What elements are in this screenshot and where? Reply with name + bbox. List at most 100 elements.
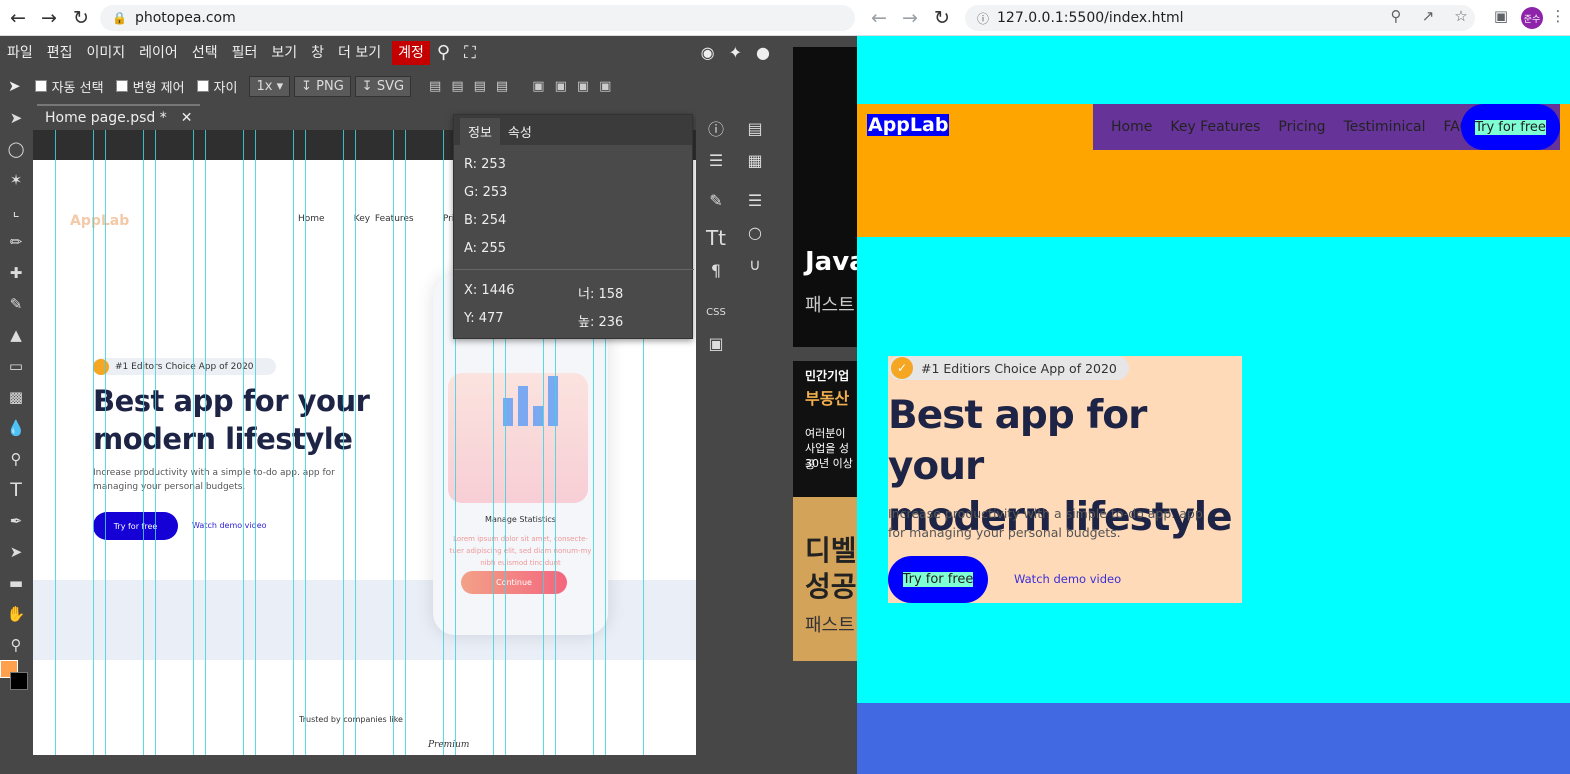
canvas-headline: Best app for your modern lifestyle (93, 384, 370, 456)
reload-icon[interactable]: ↻ (69, 6, 93, 30)
document-title: Home page.psd * (45, 110, 167, 126)
canvas-nav: Home Key Features Pricing (298, 214, 473, 224)
nav-key-features[interactable]: Key Features (1170, 119, 1260, 135)
try-free-nav-button[interactable]: Try for free (1461, 104, 1560, 150)
history-icon[interactable]: ▤ (740, 114, 770, 142)
search-icon[interactable]: ⚲ (430, 36, 457, 70)
eyedropper-icon[interactable]: ✏ (0, 226, 32, 257)
info-x: X: 1446 (464, 283, 515, 298)
forward-icon[interactable]: → (37, 6, 61, 30)
account-button[interactable]: 계정 (392, 41, 430, 65)
export-svg-button[interactable]: ↧ SVG (354, 75, 412, 97)
menu-more[interactable]: 더 보기 (331, 36, 388, 70)
adjustments-icon[interactable]: ☰ (701, 146, 731, 174)
document-tab[interactable]: Home page.psd * ✕ (37, 104, 201, 130)
reddit-icon[interactable]: ◉ (694, 36, 722, 70)
fullscreen-icon[interactable]: ⛶ (457, 36, 483, 70)
zoom-icon[interactable]: ⚲ (1385, 7, 1407, 25)
menu-image[interactable]: 이미지 (80, 36, 133, 70)
channels-icon[interactable]: ○ (740, 218, 770, 246)
menu-filter[interactable]: 필터 (225, 36, 265, 70)
export-png-button[interactable]: ↧ PNG (294, 75, 351, 97)
canvas-subtext: Increase productivity with a simple to-d… (93, 468, 335, 492)
share-icon[interactable]: ↗ (1417, 7, 1439, 25)
try-free-button[interactable]: Try for free (888, 556, 988, 603)
browser-toolbar: ← → ↻ 🔒 photopea.com (0, 0, 857, 36)
paragraph-icon[interactable]: ¶ (701, 256, 731, 284)
pen-icon[interactable]: ✒ (0, 505, 32, 536)
menu-file[interactable]: 파일 (0, 36, 40, 70)
ad-java[interactable]: Java 패스트 (793, 47, 857, 347)
tab-properties[interactable]: 속성 (500, 118, 540, 145)
site-logo[interactable]: AppLab (867, 114, 950, 136)
crop-icon[interactable]: ⌞ (0, 195, 32, 226)
tools-panel: ➤ ◯ ✶ ⌞ ✏ ✚ ✎ ▲ ▭ ▩ 💧 ⚲ T ✒ ➤ ▬ ✋ ⚲ (0, 102, 32, 774)
dodge-icon[interactable]: ⚲ (0, 443, 32, 474)
nav-pricing[interactable]: Pricing (1278, 119, 1325, 135)
type-tool-icon[interactable]: T (0, 474, 32, 505)
magic-wand-icon[interactable]: ✶ (0, 164, 32, 195)
reload-icon[interactable]: ↻ (930, 6, 954, 30)
canvas-trusted: Trusted by companies like (299, 715, 403, 724)
menu-select[interactable]: 선택 (185, 36, 225, 70)
blur-icon[interactable]: 💧 (0, 412, 32, 443)
path-select-icon[interactable]: ➤ (0, 536, 32, 567)
continue-button: Continue (461, 571, 567, 594)
move-tool-icon[interactable]: ➤ (8, 77, 21, 95)
brush-icon[interactable]: ✎ (0, 288, 32, 319)
info-g: G: 253 (464, 185, 508, 200)
info-width: 너: 158 (578, 287, 624, 302)
zoom-select[interactable]: 1x ▾ (249, 75, 291, 97)
menu-icon[interactable]: ⋮ (1547, 7, 1569, 25)
manage-statistics: Manage Statistics (485, 515, 556, 524)
menu-view[interactable]: 보기 (264, 36, 304, 70)
css-icon[interactable]: CSS (701, 298, 731, 326)
eraser-icon[interactable]: ▭ (0, 350, 32, 381)
site-header: AppLab Home Key Features Pricing Testimi… (857, 104, 1570, 237)
paths-icon[interactable]: ∪ (740, 250, 770, 278)
select-tool-icon[interactable]: ➤ (0, 102, 32, 133)
brush-panel-icon[interactable]: ✎ (701, 186, 731, 214)
nav-home[interactable]: Home (1111, 119, 1152, 135)
layers-icon[interactable]: ☰ (740, 186, 770, 214)
info-a: A: 255 (464, 241, 506, 256)
forward-icon[interactable]: → (898, 6, 922, 30)
menu-edit[interactable]: 편집 (40, 36, 80, 70)
back-icon[interactable]: ← (6, 6, 30, 30)
hero-section: ✓ #1 Editiors Choice App of 2020 Best ap… (888, 356, 1242, 603)
tab-info[interactable]: 정보 (460, 118, 500, 145)
distance-checkbox[interactable]: 자이 (196, 77, 237, 96)
ad-realestate[interactable]: 민간기업 부동산 여러분이 사업을 성공 30년 이상 디벨 성공 패스트 (793, 361, 857, 661)
zoom-tool-icon[interactable]: ⚲ (0, 629, 32, 660)
info-r: R: 253 (464, 157, 506, 172)
rectangle-icon[interactable]: ▬ (0, 567, 32, 598)
color-swatches[interactable] (0, 660, 32, 700)
info-icon[interactable]: ⓘ (701, 114, 731, 142)
profile-avatar[interactable]: 준수 (1521, 7, 1543, 29)
info-y: Y: 477 (464, 311, 504, 326)
image-icon[interactable]: ▣ (701, 329, 731, 357)
address-bar[interactable]: 🔒 photopea.com (100, 5, 855, 31)
auto-select-checkbox[interactable]: 자동 선택 (34, 77, 104, 96)
gradient-icon[interactable]: ▩ (0, 381, 32, 412)
hand-icon[interactable]: ✋ (0, 598, 32, 629)
menu-window[interactable]: 창 (304, 36, 331, 70)
info-height: 높: 236 (578, 315, 624, 330)
stamp-icon[interactable]: ▲ (0, 319, 32, 350)
sidebar-icon[interactable]: ▣ (1490, 7, 1512, 25)
transform-checkbox[interactable]: 변형 제어 (115, 77, 185, 96)
align-icons[interactable]: ▤▤▤▤ ▣▣▣▣ (429, 79, 621, 94)
back-icon[interactable]: ← (867, 6, 891, 30)
lasso-icon[interactable]: ◯ (0, 133, 32, 164)
watch-demo-link[interactable]: Watch demo video (1014, 572, 1121, 586)
star-icon[interactable]: ☆ (1450, 7, 1472, 25)
twitter-icon[interactable]: ✦ (722, 36, 749, 70)
character-icon[interactable]: Tt (701, 224, 731, 252)
nav-testimonial[interactable]: Testiminical (1344, 119, 1426, 135)
healing-icon[interactable]: ✚ (0, 257, 32, 288)
canvas-logo: AppLab (70, 213, 130, 229)
close-icon[interactable]: ✕ (181, 110, 193, 126)
menu-layer[interactable]: 레이어 (132, 36, 185, 70)
facebook-icon[interactable]: ● (749, 36, 777, 70)
swatches-icon[interactable]: ▦ (740, 146, 770, 174)
